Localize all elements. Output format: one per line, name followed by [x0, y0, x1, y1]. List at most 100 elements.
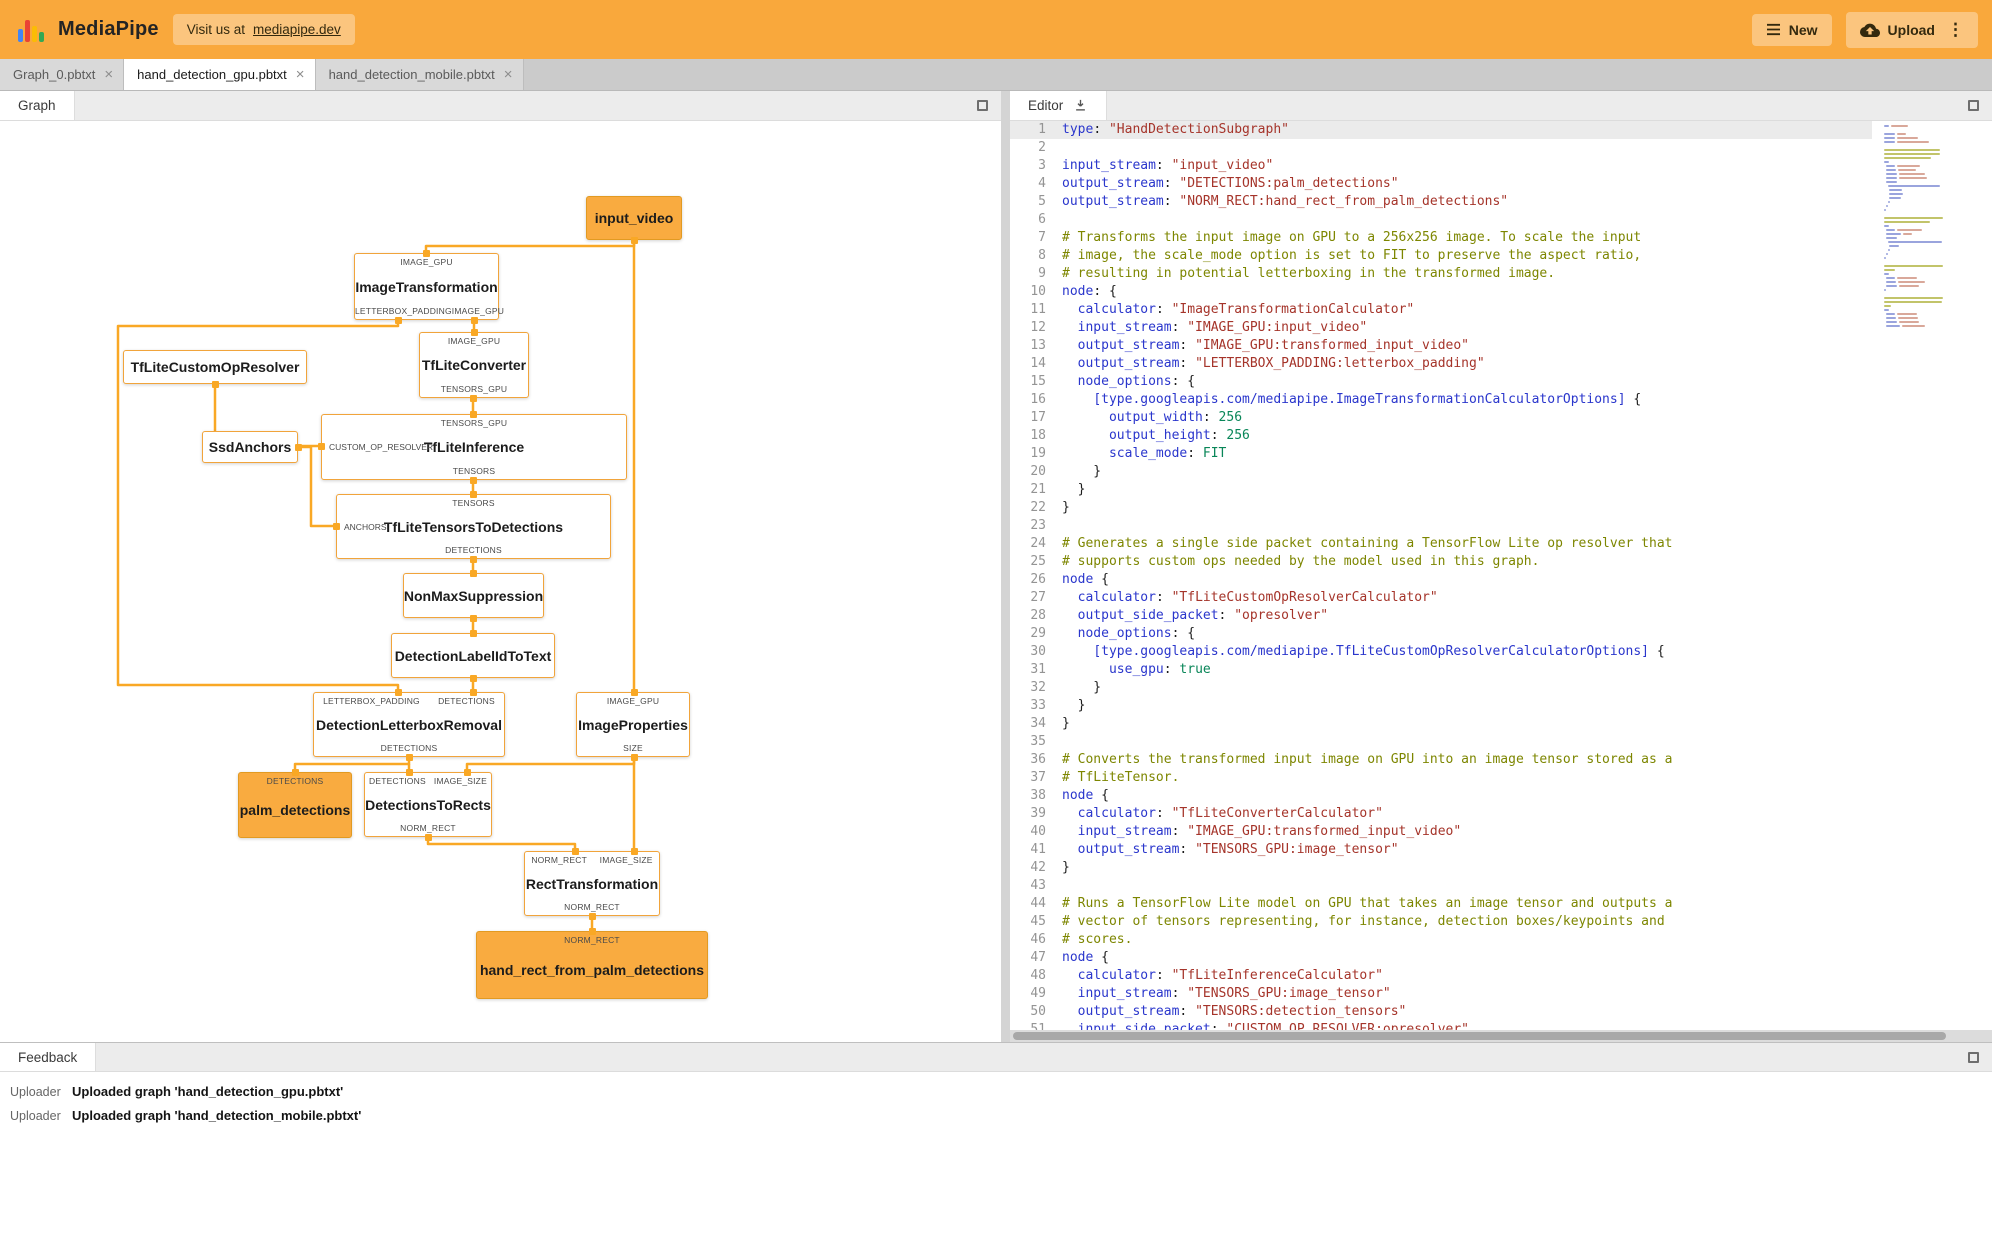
- port-label: LETTERBOX_PADDING: [323, 696, 420, 706]
- line-number: 18: [1030, 428, 1046, 443]
- port: [211, 380, 219, 388]
- node-label: RectTransformation: [525, 875, 659, 892]
- port-label: DETECTIONS: [380, 743, 438, 753]
- graph-node-DetectionLabelIdToText[interactable]: DetectionLabelIdToText: [391, 633, 555, 678]
- line-number: 9: [1038, 266, 1046, 281]
- feedback-tab-label: Feedback: [18, 1049, 78, 1065]
- port-label-row: [239, 834, 351, 837]
- port-label: CUSTOM_OP_RESOLVER: [329, 442, 434, 452]
- code-line: 24 # Generates a single side packet conta…: [1010, 535, 1872, 553]
- port: [588, 927, 596, 935]
- graph-node-ImageTransformation[interactable]: IMAGE_GPU ImageTransformation LETTERBOX_PA…: [354, 253, 504, 320]
- download-icon[interactable]: [1073, 98, 1088, 113]
- port: [630, 236, 638, 244]
- code-editor[interactable]: 1 type: "HandDetectionSubgraph" 2 3 input_st…: [1010, 121, 1992, 1042]
- line-number: 15: [1030, 374, 1046, 389]
- file-tab[interactable]: hand_detection_gpu.pbtxt ×: [124, 59, 316, 90]
- line-number: 29: [1030, 626, 1046, 641]
- port-label: IMAGE_GPU: [606, 696, 660, 706]
- graph-node-SsdAnchors[interactable]: SsdAnchors: [202, 431, 298, 463]
- line-content: input_stream: "IMAGE_GPU:input_video": [1077, 320, 1368, 335]
- code-line: 6: [1010, 211, 1872, 229]
- graph-node-TfLiteTensorsToDetections[interactable]: TENSORS TfLiteTensorsToDetections DETECTIO…: [336, 494, 611, 559]
- close-tab-icon[interactable]: ×: [104, 67, 113, 82]
- port: [469, 569, 477, 577]
- tab-graph[interactable]: Graph: [0, 91, 75, 120]
- port: [424, 833, 432, 841]
- tab-editor[interactable]: Editor: [1010, 91, 1108, 120]
- upload-button[interactable]: Upload ⋮: [1845, 11, 1978, 48]
- port: [469, 394, 477, 402]
- feedback-log: Uploader Uploaded graph 'hand_detection_g…: [0, 1072, 1992, 1242]
- port-label: IMAGE_GPU: [451, 306, 505, 316]
- port-label: TENSORS_GPU: [440, 418, 508, 428]
- line-number: 48: [1030, 968, 1046, 983]
- port: [588, 912, 596, 920]
- port: [422, 249, 430, 257]
- line-content: node_options: {: [1077, 626, 1196, 641]
- line-number: 19: [1030, 446, 1046, 461]
- graph-node-DetectionsToRects[interactable]: DETECTIONS IMAGE_SIZE DetectionsToRects NOR…: [364, 772, 492, 837]
- line-content: [type.googleapis.com/mediapipe.ImageTran…: [1093, 392, 1642, 407]
- code-line: 31 use_gpu: true: [1010, 661, 1872, 679]
- line-number: 8: [1038, 248, 1046, 263]
- code-line: 14 output_stream: "LETTERBOX_PADDING:let…: [1010, 355, 1872, 373]
- close-tab-icon[interactable]: ×: [504, 67, 513, 82]
- file-tab[interactable]: Graph_0.pbtxt ×: [0, 59, 125, 90]
- popout-graph-icon[interactable]: [977, 100, 988, 111]
- more-options-icon[interactable]: ⋮: [1947, 20, 1964, 40]
- line-content: node_options: {: [1077, 374, 1196, 389]
- line-number: 44: [1030, 896, 1046, 911]
- port-label-row: [477, 995, 707, 998]
- visit-label: Visit us at: [186, 22, 245, 37]
- port-label: IMAGE_SIZE: [599, 855, 653, 865]
- graph-node-TfLiteConverter[interactable]: IMAGE_GPU TfLiteConverter TENSORS_GPU: [419, 332, 529, 398]
- line-content: }: [1062, 680, 1102, 695]
- graph-node-TfLiteInference[interactable]: TENSORS_GPU TfLiteInference TENSORS CUSTOM_…: [321, 414, 627, 480]
- code-line: 17 output_width: 256: [1010, 409, 1872, 427]
- port-label-row: DETECTIONS IMAGE_SIZE: [365, 773, 491, 786]
- popout-feedback-icon[interactable]: [1968, 1052, 1979, 1063]
- code-line: 15 node_options: {: [1010, 373, 1872, 391]
- scrollbar-thumb[interactable]: [1013, 1032, 1946, 1040]
- node-label: TfLiteConverter: [421, 357, 527, 373]
- horizontal-scrollbar[interactable]: [1010, 1030, 1992, 1042]
- line-content: input_stream: "IMAGE_GPU:transformed_inp…: [1077, 824, 1462, 839]
- line-number: 24: [1030, 536, 1046, 551]
- graph-node-TfLiteCustomOpResolver[interactable]: TfLiteCustomOpResolver: [123, 350, 307, 384]
- code-line: 46 # scores.: [1010, 931, 1872, 949]
- port-label: SIZE: [623, 743, 643, 753]
- code-line: 42}: [1010, 859, 1872, 877]
- line-number: 7: [1038, 230, 1046, 245]
- feedback-message: Uploaded graph 'hand_detection_mobile.pb…: [72, 1108, 362, 1123]
- port: [332, 522, 340, 530]
- close-tab-icon[interactable]: ×: [296, 67, 305, 82]
- line-number: 5: [1038, 194, 1046, 209]
- code-line: 35: [1010, 733, 1872, 751]
- visit-link-chip[interactable]: Visit us at mediapipe.dev: [172, 14, 355, 45]
- panel-divider[interactable]: [1001, 91, 1010, 1042]
- graph-edge: [293, 757, 411, 772]
- graph-node-input_video[interactable]: input_video: [586, 196, 682, 240]
- graph-node-NonMaxSuppression[interactable]: NonMaxSuppression: [403, 573, 544, 618]
- port-label: IMAGE_GPU: [447, 336, 501, 346]
- minimap[interactable]: [1884, 124, 1972, 328]
- line-number: 1: [1038, 122, 1046, 137]
- tab-feedback[interactable]: Feedback: [0, 1043, 97, 1071]
- graph-node-hand_rect_from_palm_detections[interactable]: NORM_RECT hand_rect_from_palm_detections: [476, 931, 708, 999]
- popout-editor-icon[interactable]: [1968, 100, 1979, 111]
- line-content: # Generates a single side packet contain…: [1062, 536, 1673, 551]
- new-button[interactable]: New: [1751, 13, 1832, 46]
- graph-node-palm_detections[interactable]: DETECTIONS palm_detections: [238, 772, 352, 838]
- graph-node-RectTransformation[interactable]: NORM_RECT IMAGE_SIZE RectTransformation NOR…: [524, 851, 660, 916]
- graph-node-DetectionLetterboxRemoval[interactable]: LETTERBOX_PADDING DETECTIONS DetectionLett…: [313, 692, 505, 757]
- mediapipe-dev-link[interactable]: mediapipe.dev: [253, 22, 341, 37]
- line-content: scale_mode: FIT: [1108, 446, 1227, 461]
- line-number: 22: [1030, 500, 1046, 515]
- line-number: 25: [1030, 554, 1046, 569]
- code-line: 25 # supports custom ops needed by the mo…: [1010, 553, 1872, 571]
- graph-canvas[interactable]: input_video IMAGE_GPU ImageTransformation L…: [0, 121, 1001, 1042]
- file-tab[interactable]: hand_detection_mobile.pbtxt ×: [315, 59, 524, 90]
- graph-node-ImageProperties[interactable]: IMAGE_GPU ImageProperties SIZE: [576, 692, 690, 757]
- port: [291, 768, 299, 776]
